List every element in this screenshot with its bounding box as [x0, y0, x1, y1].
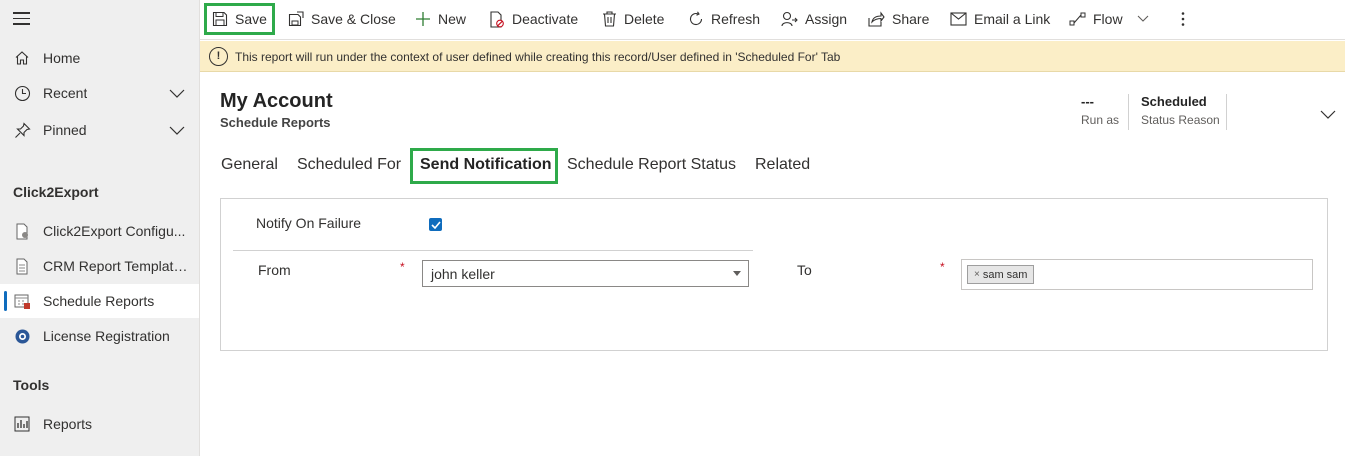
sidebar-item-home[interactable]: Home	[0, 41, 199, 75]
tab-send-notification[interactable]: Send Notification	[420, 156, 552, 174]
field-divider	[233, 250, 753, 251]
header-divider	[1226, 94, 1227, 130]
sidebar-group-title: Tools	[13, 377, 50, 393]
flow-button[interactable]: Flow	[1069, 0, 1149, 38]
required-indicator: *	[400, 260, 405, 274]
sidebar-item-label: Reports	[43, 416, 93, 432]
sidebar-item-recent[interactable]: Recent	[0, 76, 199, 110]
header-field-status-reason: Scheduled Status Reason	[1141, 94, 1220, 127]
calendar-report-icon	[12, 291, 32, 311]
sidebar-item-pinned[interactable]: Pinned	[0, 113, 199, 147]
recipient-chip[interactable]: × sam sam	[967, 265, 1035, 284]
remove-chip-icon[interactable]: ×	[974, 269, 980, 280]
sidebar-item-label: Recent	[43, 85, 88, 101]
sidebar-item-label: Click2Export Configu...	[43, 223, 186, 239]
to-lookup-field[interactable]: × sam sam	[961, 259, 1313, 290]
share-icon	[868, 11, 885, 27]
clock-icon	[12, 83, 32, 103]
notify-on-failure-checkbox[interactable]	[429, 218, 442, 231]
command-bar: Save Save & Close New Deactivate Delete …	[200, 0, 1345, 40]
license-badge-icon	[12, 326, 32, 346]
sidebar-item-schedule-reports[interactable]: Schedule Reports	[0, 284, 199, 318]
plus-icon	[416, 12, 430, 26]
deactivate-icon	[490, 10, 504, 28]
sidebar-item-reports[interactable]: Reports	[0, 407, 199, 441]
deactivate-button[interactable]: Deactivate	[489, 0, 578, 38]
assign-button[interactable]: Assign	[781, 0, 847, 38]
from-label: From	[258, 262, 291, 278]
recipient-chip-label: sam sam	[982, 268, 1028, 281]
share-button[interactable]: Share	[868, 0, 929, 38]
to-label: To	[797, 262, 812, 278]
refresh-icon	[689, 11, 703, 26]
sidebar-item-label: Schedule Reports	[43, 293, 155, 309]
tab-schedule-report-status[interactable]: Schedule Report Status	[567, 156, 736, 174]
sidebar-item-crm-report-templates[interactable]: CRM Report Templates	[0, 249, 199, 283]
document-gear-icon	[12, 221, 32, 241]
new-button[interactable]: New	[415, 0, 466, 38]
save-and-close-button[interactable]: Save & Close	[288, 0, 396, 38]
save-icon	[212, 11, 228, 27]
sidebar-item-label: License Registration	[43, 328, 170, 344]
more-vertical-icon	[1181, 12, 1185, 26]
expand-header-chevron-icon[interactable]	[1320, 107, 1336, 123]
sidebar-item-label: Home	[43, 50, 81, 66]
info-icon: !	[209, 47, 228, 66]
header-field-value: ---	[1081, 94, 1094, 109]
delete-button[interactable]: Delete	[602, 0, 664, 38]
more-commands-button[interactable]	[1181, 0, 1192, 38]
from-select[interactable]: john keller	[422, 260, 749, 287]
header-field-label: Run as	[1081, 113, 1120, 127]
header-field-label: Status Reason	[1141, 113, 1220, 127]
banner-message: This report will run under the context o…	[235, 50, 841, 64]
home-icon	[12, 48, 32, 68]
record-entity-name: Schedule Reports	[220, 115, 331, 130]
checkmark-icon	[430, 220, 441, 229]
info-banner: ! This report will run under the context…	[200, 41, 1345, 72]
chevron-down-icon[interactable]	[169, 123, 185, 139]
chevron-down-icon	[1137, 15, 1148, 22]
notify-on-failure-label: Notify On Failure	[256, 215, 362, 231]
refresh-button[interactable]: Refresh	[688, 0, 760, 38]
header-field-value: Scheduled	[1141, 94, 1207, 109]
pin-icon	[12, 120, 32, 140]
save-close-icon	[288, 11, 304, 27]
tab-related[interactable]: Related	[755, 156, 810, 174]
sitemap-sidebar: Home Recent Pinned Click2Export Click2Ex…	[0, 0, 200, 456]
tab-general[interactable]: General	[221, 156, 278, 174]
required-indicator: *	[940, 260, 945, 274]
save-button[interactable]: Save	[212, 0, 267, 38]
sidebar-item-license-registration[interactable]: License Registration	[0, 319, 199, 353]
email-link-icon	[950, 12, 967, 26]
sidebar-item-click2export-configuration[interactable]: Click2Export Configu...	[0, 214, 199, 248]
chevron-down-icon[interactable]	[169, 86, 185, 102]
sidebar-group-title: Click2Export	[13, 184, 99, 200]
sidebar-item-label: CRM Report Templates	[43, 258, 188, 274]
person-assign-icon	[781, 11, 798, 27]
dropdown-arrow-icon	[733, 271, 741, 276]
hamburger-menu-icon[interactable]	[13, 12, 30, 26]
record-title: My Account	[220, 90, 333, 112]
tab-scheduled-for[interactable]: Scheduled For	[297, 156, 401, 174]
trash-icon	[603, 11, 616, 27]
header-field-run-as: --- Run as	[1081, 94, 1119, 127]
from-select-value: john keller	[431, 265, 495, 282]
document-icon	[12, 256, 32, 276]
flow-icon	[1069, 12, 1086, 26]
header-divider	[1128, 94, 1129, 130]
sidebar-item-label: Pinned	[43, 122, 87, 138]
report-chart-icon	[12, 414, 32, 434]
email-a-link-button[interactable]: Email a Link	[950, 0, 1050, 38]
